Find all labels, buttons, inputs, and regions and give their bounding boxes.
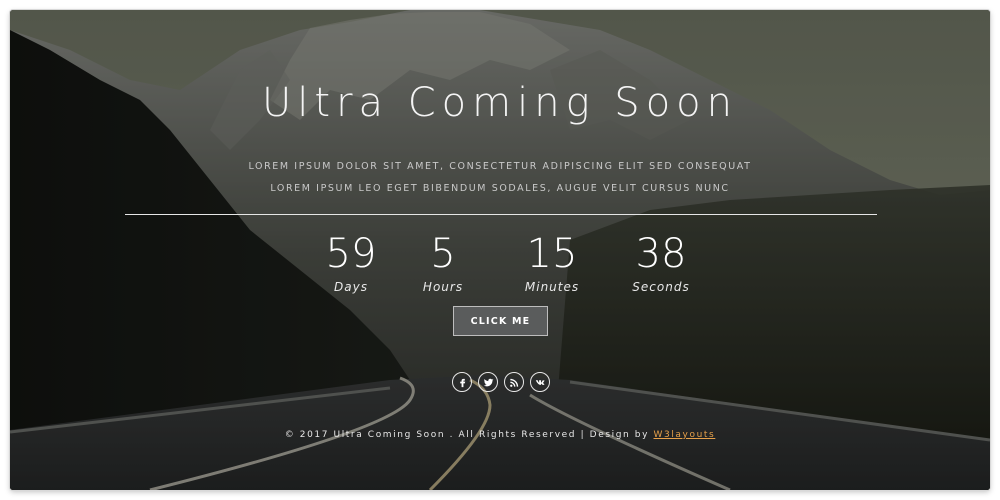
page-frame: Ultra Coming Soon Lorem ipsum dolor sit … bbox=[10, 10, 990, 490]
countdown-hours-label: Hours bbox=[422, 280, 464, 294]
countdown-seconds: 38 Seconds bbox=[606, 230, 716, 294]
designer-link[interactable]: W3layouts bbox=[654, 430, 716, 440]
footer: © 2017 Ultra Coming Soon . All Rights Re… bbox=[10, 430, 990, 440]
countdown-seconds-label: Seconds bbox=[632, 280, 690, 294]
countdown-minutes: 15 Minutes bbox=[497, 230, 607, 294]
click-me-button[interactable]: CLICK ME bbox=[453, 306, 548, 336]
countdown-minutes-value: 15 bbox=[526, 231, 578, 277]
twitter-icon[interactable] bbox=[478, 372, 498, 392]
page-title: Ultra Coming Soon bbox=[262, 80, 738, 126]
facebook-icon[interactable] bbox=[452, 372, 472, 392]
divider-line bbox=[125, 214, 877, 215]
vk-icon[interactable] bbox=[530, 372, 550, 392]
footer-copyright: © 2017 Ultra Coming Soon . All Rights Re… bbox=[284, 430, 654, 440]
countdown-hours: 5 Hours bbox=[388, 230, 498, 294]
rss-icon[interactable] bbox=[504, 372, 524, 392]
countdown-hours-value: 5 bbox=[430, 231, 456, 277]
page-description: Lorem ipsum dolor sit amet, consectetur … bbox=[248, 161, 752, 194]
countdown-minutes-label: Minutes bbox=[524, 280, 580, 294]
countdown-seconds-value: 38 bbox=[635, 231, 687, 277]
coming-soon-content: Ultra Coming Soon Lorem ipsum dolor sit … bbox=[10, 10, 990, 490]
